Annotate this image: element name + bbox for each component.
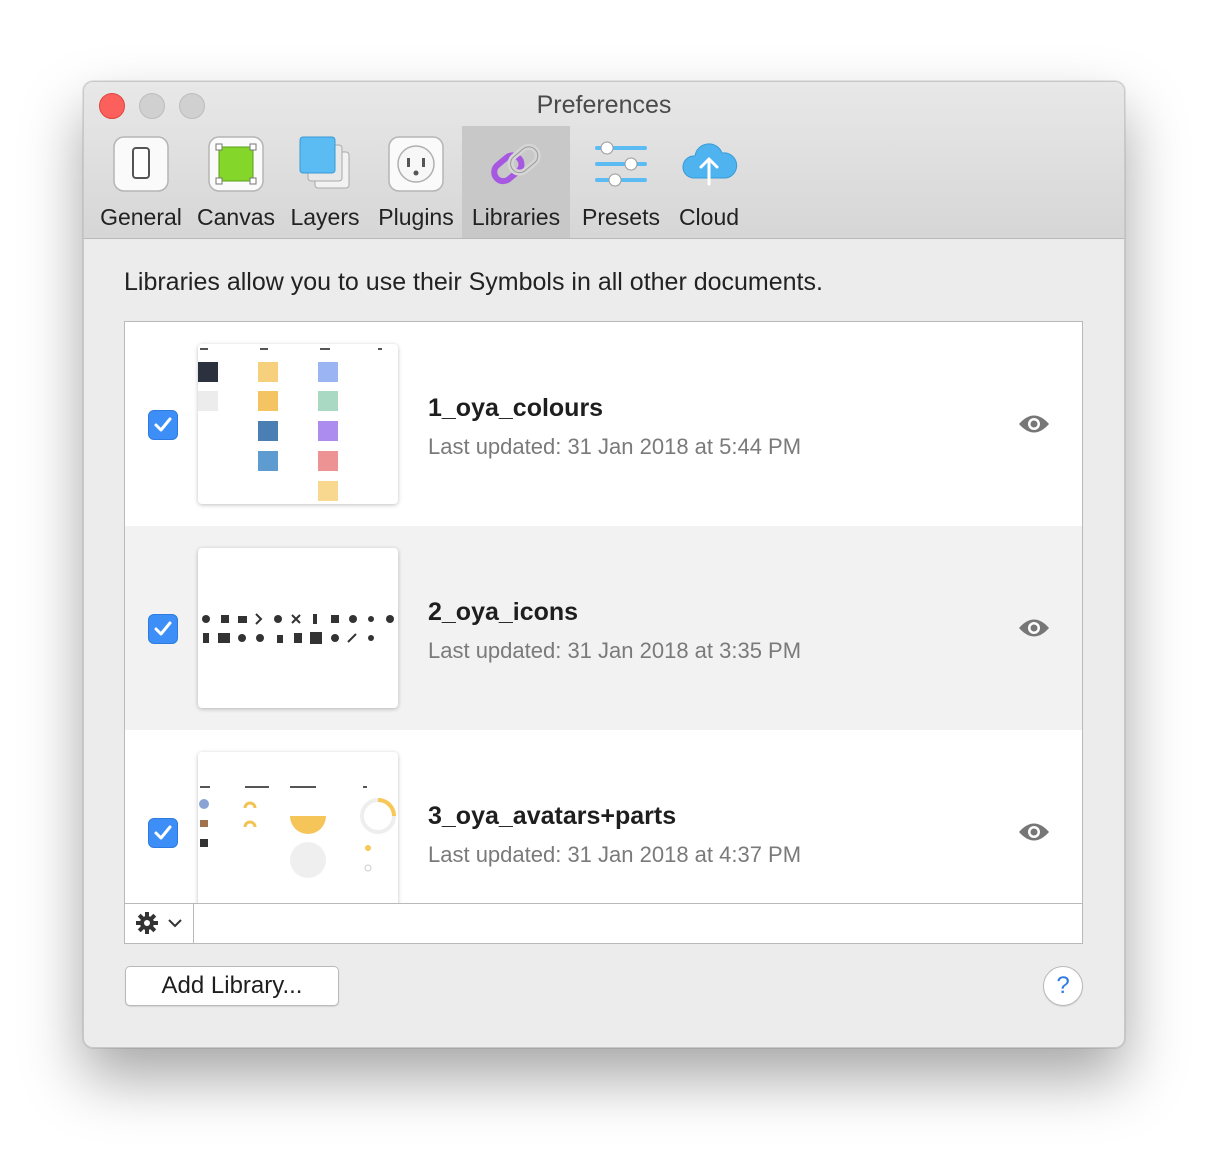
tab-libraries[interactable]: Libraries [462, 126, 570, 238]
actions-menu-button[interactable] [125, 904, 194, 943]
colours-preview [198, 348, 382, 501]
cloud-icon [682, 143, 738, 186]
libraries-description: Libraries allow you to use their Symbols… [124, 268, 823, 296]
chevron-down-icon [168, 919, 182, 928]
enabled-checkbox[interactable] [148, 614, 178, 644]
tab-general[interactable]: General [97, 126, 185, 238]
preview-eye-icon[interactable] [1018, 821, 1050, 843]
tab-plugins[interactable]: Plugins [375, 126, 457, 238]
library-row[interactable]: 2_oya_icons Last updated: 31 Jan 2018 at… [125, 526, 1082, 730]
library-thumbnail [198, 548, 398, 708]
library-name: 1_oya_colours [428, 394, 604, 422]
library-name: 3_oya_avatars+parts [428, 802, 677, 830]
help-button[interactable]: ? [1043, 966, 1083, 1006]
tab-label: General [100, 204, 182, 230]
library-thumbnail [198, 344, 398, 504]
tab-layers[interactable]: Layers [285, 126, 365, 238]
titlebar: Preferences General Canvas Layers Plugin… [84, 82, 1124, 239]
gear-icon [136, 912, 182, 934]
tab-label: Plugins [378, 204, 454, 230]
tab-label: Libraries [471, 204, 561, 230]
library-updated: Last updated: 31 Jan 2018 at 5:44 PM [428, 434, 802, 459]
library-updated: Last updated: 31 Jan 2018 at 3:35 PM [428, 638, 802, 663]
canvas-icon [208, 136, 264, 192]
library-updated: Last updated: 31 Jan 2018 at 4:37 PM [428, 842, 802, 867]
window-title: Preferences [536, 91, 672, 119]
preferences-window: Preferences General Canvas Layers Plugin… [83, 81, 1125, 1048]
checkmark-icon [154, 825, 172, 840]
layers-icon [299, 136, 350, 189]
preview-eye-icon[interactable] [1018, 617, 1050, 639]
tab-presets[interactable]: Presets [577, 126, 665, 238]
enabled-checkbox[interactable] [148, 818, 178, 848]
libraries-list: 1_oya_colours Last updated: 31 Jan 2018 … [124, 321, 1083, 944]
checkmark-icon [154, 621, 172, 636]
tab-canvas[interactable]: Canvas [195, 126, 277, 238]
add-library-button[interactable]: Add Library... [125, 966, 339, 1006]
tab-label: Cloud [678, 204, 740, 230]
tab-label: Presets [582, 204, 660, 230]
enabled-checkbox[interactable] [148, 410, 178, 440]
preview-eye-icon[interactable] [1018, 413, 1050, 435]
icons-preview [202, 613, 394, 644]
list-footer [124, 903, 1083, 944]
tab-label: Canvas [197, 204, 275, 230]
library-thumbnail [198, 752, 398, 912]
library-name: 2_oya_icons [428, 598, 579, 626]
avatars-preview [199, 786, 396, 878]
tab-label: Layers [290, 204, 360, 230]
checkmark-icon [154, 417, 172, 432]
tab-cloud[interactable]: Cloud [673, 126, 745, 238]
plugins-icon [388, 136, 444, 192]
general-icon [113, 136, 169, 192]
presets-icon [595, 141, 647, 187]
library-row[interactable]: 1_oya_colours Last updated: 31 Jan 2018 … [125, 322, 1082, 526]
libraries-icon [491, 143, 541, 185]
